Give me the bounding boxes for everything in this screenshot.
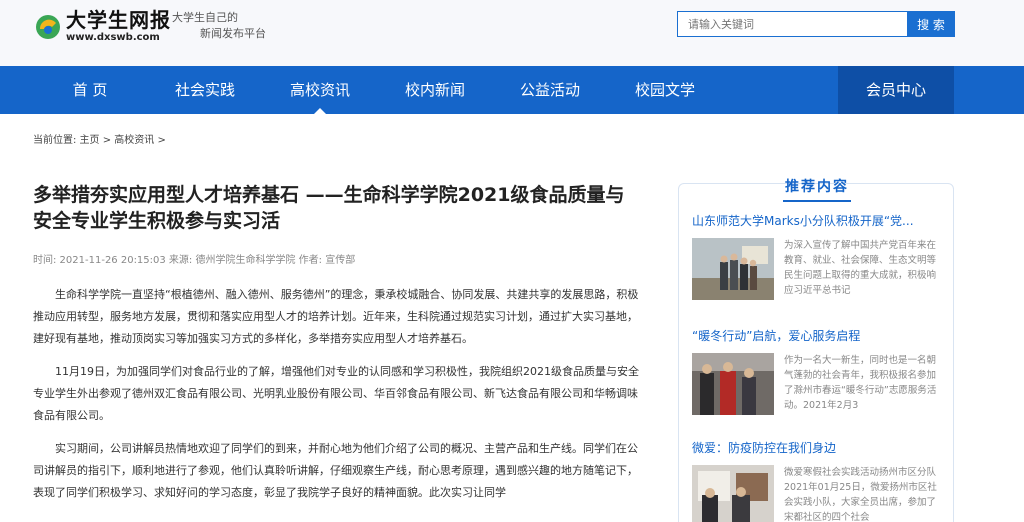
search-bar: 搜 索 [677, 11, 955, 37]
recommended-item-summary: 为深入宣传了解中国共产党百年来在教育、就业、社会保障、生态文明等民生问题上取得的… [784, 240, 937, 296]
article-body: 生命科学学院一直坚持“根植德州、融入德州、服务德州”的理念，秉承校城融合、协同发… [33, 284, 640, 515]
member-center-button[interactable]: 会员中心 [838, 66, 954, 114]
article-paragraph: 11月19日，为加强同学们对食品行业的了解，增强他们对专业的认同感和学习积极性，… [33, 365, 639, 422]
site-logo[interactable]: 大学生网报 www.dxswb.com [34, 9, 171, 45]
recommended-item-summary: 微爱寒假社会实践活动扬州市区分队2021年01月25日，微爱扬州市区社会实践小队… [784, 467, 937, 522]
recommended-item-title[interactable]: 微爱：防疫防控在我们身边 [692, 439, 942, 456]
article-paragraph: 实习期间，公司讲解员热情地欢迎了同学们的到来，并耐心地为他们介绍了公司的概况、主… [33, 442, 638, 499]
nav-home[interactable]: 首 页 [50, 66, 130, 114]
nav-campus-news-active[interactable]: 高校资讯 [280, 66, 360, 114]
slogan-line-2: 新闻发布平台 [200, 27, 266, 40]
nav-school-news[interactable]: 校内新闻 [395, 66, 475, 114]
recommended-item-title[interactable]: 山东师范大学Marks小分队积极开展“党... [692, 212, 942, 229]
slogan-line-1: 大学生自己的 [172, 11, 238, 24]
recommended-item-thumbnail[interactable] [692, 353, 774, 415]
site-header: 大学生网报 www.dxswb.com 大学生自己的 新闻发布平台 搜 索 [0, 0, 1024, 66]
recommended-title: 推荐内容 [679, 176, 955, 202]
article-meta: 时间: 2021-11-26 20:15:03 来源: 德州学院生命科学学院 作… [33, 255, 356, 266]
recommended-item-summary: 作为一名大一新生，同时也是一名朝气蓬勃的社会青年，我积极报名参加了滁州市春运“暖… [784, 355, 937, 411]
logo-name: 大学生网报 [66, 8, 171, 32]
recommended-panel: 推荐内容 山东师范大学Marks小分队积极开展“党... 为深入宣传了解中国共产… [678, 179, 954, 522]
site-slogan: 大学生自己的 新闻发布平台 [172, 10, 266, 42]
nav-literature[interactable]: 校园文学 [625, 66, 705, 114]
search-input[interactable] [677, 11, 907, 37]
recommended-item-thumbnail[interactable] [692, 238, 774, 300]
logo-url: www.dxswb.com [66, 32, 160, 43]
article-paragraph: 生命科学学院一直坚持“根植德州、融入德州、服务德州”的理念，秉承校城融合、协同发… [33, 288, 639, 345]
article-title: 多举措夯实应用型人才培养基石 ——生命科学学院2021级食品质量与安全专业学生积… [33, 184, 625, 232]
nav-social-practice[interactable]: 社会实践 [165, 66, 245, 114]
search-button[interactable]: 搜 索 [907, 11, 955, 37]
logo-emblem-icon [34, 13, 62, 41]
recommended-item-title[interactable]: “暖冬行动”启航，爱心服务启程 [692, 327, 942, 344]
recommended-item-thumbnail[interactable] [692, 465, 774, 522]
nav-charity[interactable]: 公益活动 [510, 66, 590, 114]
breadcrumb: 当前位置: 主页 > 高校资讯 > [33, 135, 166, 146]
